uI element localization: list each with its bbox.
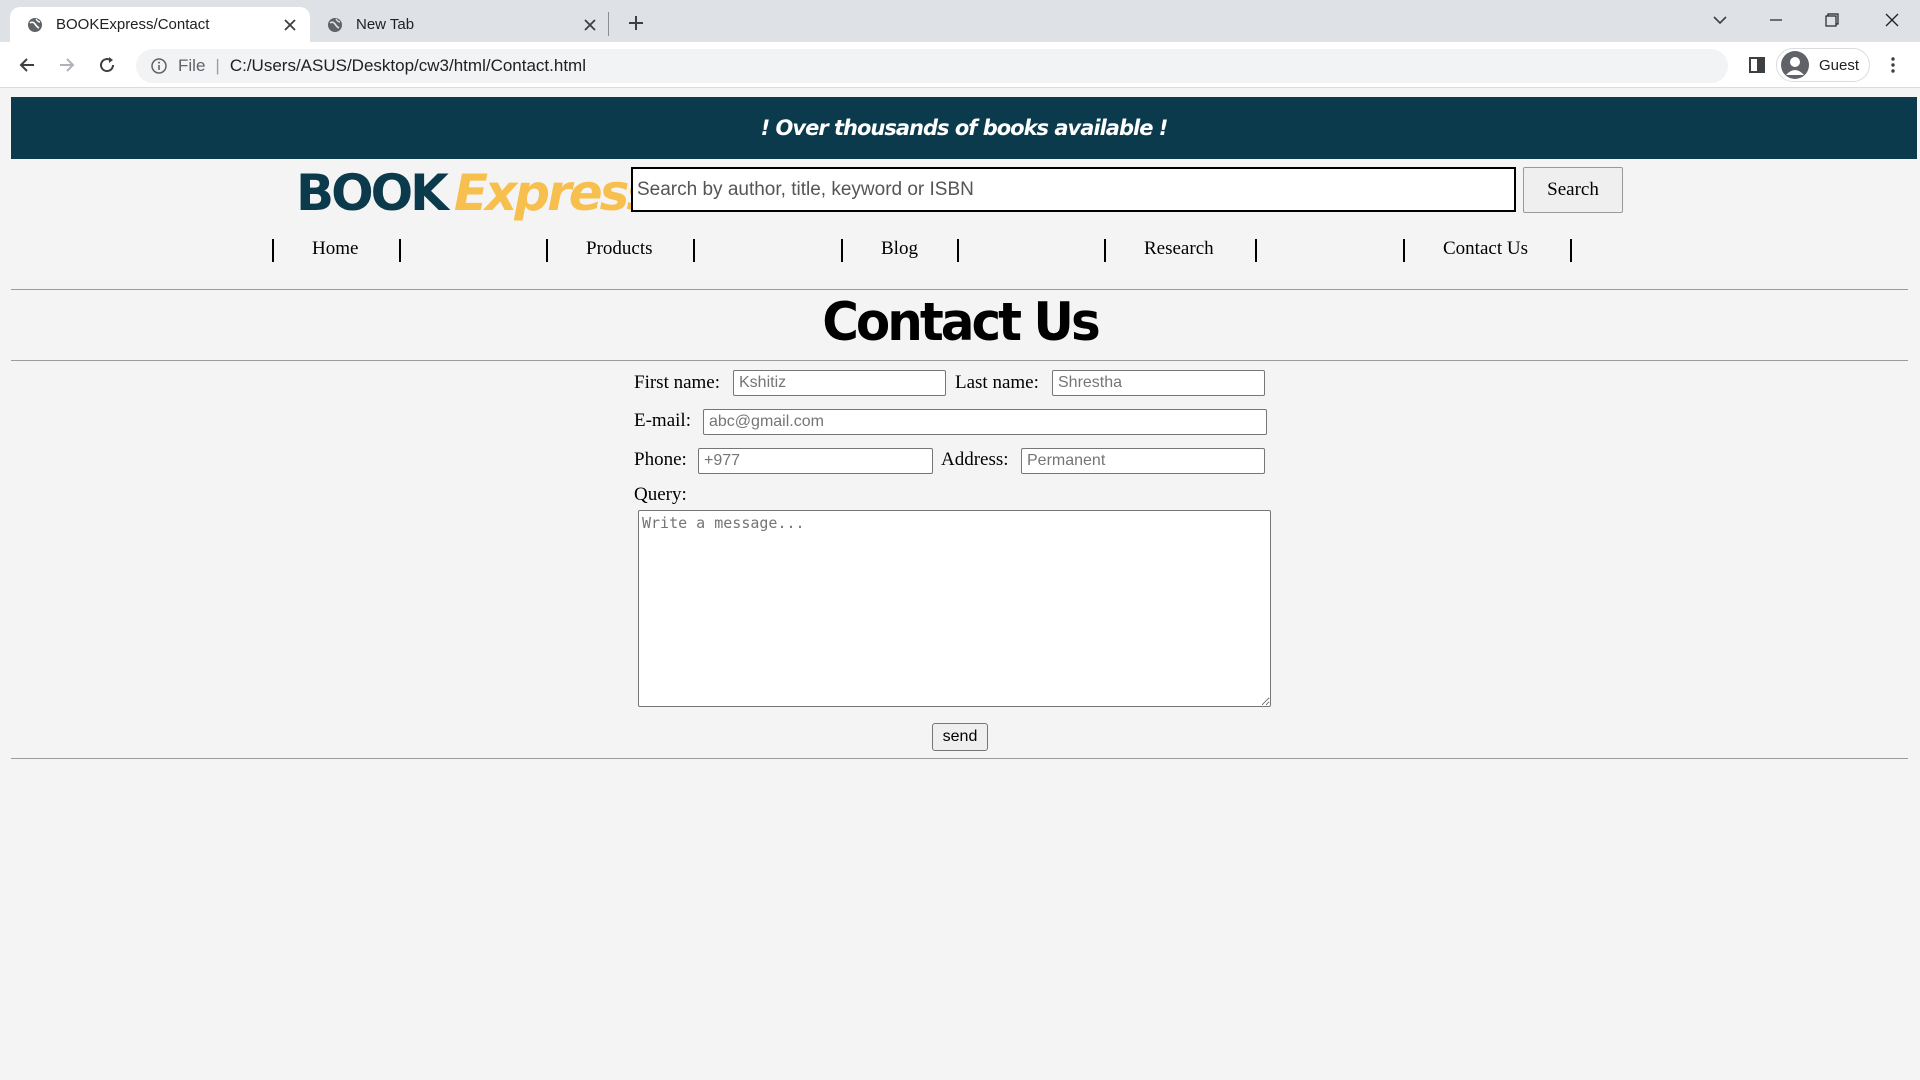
nav-divider — [957, 239, 959, 262]
close-icon[interactable] — [578, 13, 602, 37]
nav-divider — [1570, 239, 1572, 262]
nav-link-products[interactable]: Products — [586, 238, 653, 260]
search-button[interactable]: Search — [1523, 167, 1623, 213]
browser-menu-button[interactable] — [1878, 48, 1908, 82]
first-name-field[interactable] — [733, 370, 946, 396]
tab-new-tab[interactable]: New Tab — [310, 7, 610, 42]
email-label: E-mail: — [634, 410, 691, 431]
browser-tab-bar: BOOKExpress/Contact New Tab — [0, 0, 1920, 42]
nav-divider — [841, 239, 843, 262]
side-panel-button[interactable] — [1740, 48, 1774, 82]
main-nav: Home Products Blog Research Contact Us — [0, 236, 1920, 268]
tab-title: New Tab — [356, 16, 415, 33]
query-textarea[interactable] — [638, 510, 1271, 707]
address-field[interactable] — [1021, 448, 1265, 474]
divider-bottom — [11, 758, 1908, 759]
address-label: Address: — [941, 449, 1009, 470]
address-separator: | — [215, 56, 220, 75]
divider-top — [11, 289, 1908, 290]
tab-separator — [608, 12, 609, 36]
tab-title: BOOKExpress/Contact — [56, 16, 210, 33]
browser-toolbar: File | C:/Users/ASUS/Desktop/cw3/html/Co… — [0, 42, 1920, 88]
plus-icon — [629, 16, 643, 30]
profile-label: Guest — [1819, 56, 1860, 74]
globe-icon — [26, 16, 44, 34]
send-button[interactable]: send — [932, 723, 988, 751]
close-icon — [1885, 13, 1899, 27]
minimize-button[interactable] — [1748, 0, 1804, 40]
divider-mid — [11, 360, 1908, 361]
address-bar[interactable]: File | C:/Users/ASUS/Desktop/cw3/html/Co… — [136, 49, 1728, 83]
logo-text-primary: BOOK — [296, 164, 449, 222]
close-icon[interactable] — [278, 13, 302, 37]
nav-link-blog[interactable]: Blog — [881, 238, 918, 260]
banner-text: ! Over thousands of books available ! — [760, 116, 1169, 140]
restore-button[interactable] — [1804, 0, 1860, 40]
forward-button[interactable] — [50, 48, 84, 82]
nav-link-contact[interactable]: Contact Us — [1443, 238, 1528, 260]
minimize-icon — [1770, 19, 1782, 21]
page-viewport: ! Over thousands of books available ! BO… — [0, 88, 1920, 1080]
back-button[interactable] — [10, 48, 44, 82]
close-window-button[interactable] — [1864, 0, 1920, 40]
scheme-label: File — [178, 56, 206, 75]
arrow-right-icon — [60, 58, 75, 72]
url-text[interactable]: C:/Users/ASUS/Desktop/cw3/html/Contact.h… — [230, 56, 586, 76]
tab-bookexpress-contact[interactable]: BOOKExpress/Contact — [10, 7, 310, 42]
reload-icon — [100, 57, 115, 73]
promo-banner: ! Over thousands of books available ! — [11, 97, 1917, 159]
arrow-left-icon — [19, 58, 34, 72]
nav-divider — [272, 239, 274, 262]
avatar-icon — [1781, 51, 1809, 79]
email-field[interactable] — [703, 409, 1267, 435]
restore-icon — [1825, 13, 1839, 27]
phone-label: Phone: — [634, 449, 687, 470]
last-name-label: Last name: — [955, 372, 1039, 393]
globe-icon — [326, 16, 344, 34]
nav-divider — [399, 239, 401, 262]
nav-divider — [693, 239, 695, 262]
kebab-menu-icon — [1891, 57, 1895, 73]
reload-button[interactable] — [90, 48, 124, 82]
new-tab-button[interactable] — [620, 7, 652, 39]
profile-button[interactable]: Guest — [1776, 48, 1870, 82]
phone-field[interactable] — [698, 448, 933, 474]
info-icon[interactable] — [150, 57, 168, 75]
site-logo[interactable]: BOOK Express — [296, 164, 656, 226]
search-input[interactable] — [631, 167, 1516, 212]
side-panel-icon — [1749, 57, 1765, 73]
last-name-field[interactable] — [1052, 370, 1265, 396]
nav-link-research[interactable]: Research — [1144, 238, 1214, 260]
nav-divider — [1403, 239, 1405, 262]
nav-link-home[interactable]: Home — [312, 238, 358, 260]
first-name-label: First name: — [634, 372, 721, 393]
query-label: Query: — [634, 484, 687, 505]
chevron-down-icon — [1713, 16, 1727, 25]
nav-divider — [1104, 239, 1106, 262]
nav-divider — [1255, 239, 1257, 262]
logo-text-accent: Express — [453, 164, 656, 222]
nav-divider — [546, 239, 548, 262]
page-title: Contact Us — [822, 291, 1101, 353]
tab-search-button[interactable] — [1692, 0, 1748, 40]
